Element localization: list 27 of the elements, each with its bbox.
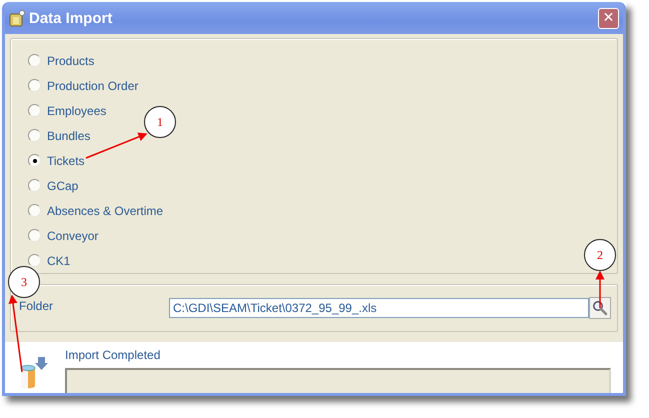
radio-button[interactable] (28, 254, 41, 267)
window-title: Data Import (29, 10, 114, 26)
radio-button[interactable] (28, 154, 41, 167)
folder-path-field[interactable]: C:\GDI\SEAM\Ticket\0372_95_99_.xls (169, 298, 589, 318)
pointer-arrow (596, 270, 604, 308)
radio-button[interactable] (28, 79, 41, 92)
radio-button[interactable] (28, 229, 41, 242)
status-message: Import Completed (65, 348, 162, 362)
option-label: CK1 (47, 254, 70, 268)
option-label: Conveyor (47, 228, 98, 242)
radio-button[interactable] (28, 179, 41, 192)
close-button[interactable]: ✕ (598, 8, 619, 28)
option-label: Production Order (47, 78, 138, 92)
option-label: Employees (47, 104, 106, 118)
option-label: Products (47, 54, 94, 68)
browse-button[interactable] (589, 297, 611, 319)
option-label: Bundles (47, 128, 90, 142)
folder-label: Folder (19, 299, 54, 313)
radio-button[interactable] (28, 54, 41, 67)
search-icon (592, 300, 608, 316)
option-label: GCap (47, 178, 78, 192)
option-label: Absences & Overtime (47, 204, 164, 218)
radio-button[interactable] (28, 129, 41, 142)
radio-button[interactable] (28, 204, 41, 217)
option-label: Tickets (47, 154, 85, 168)
app-icon (9, 10, 25, 26)
radio-button[interactable] (28, 104, 41, 117)
